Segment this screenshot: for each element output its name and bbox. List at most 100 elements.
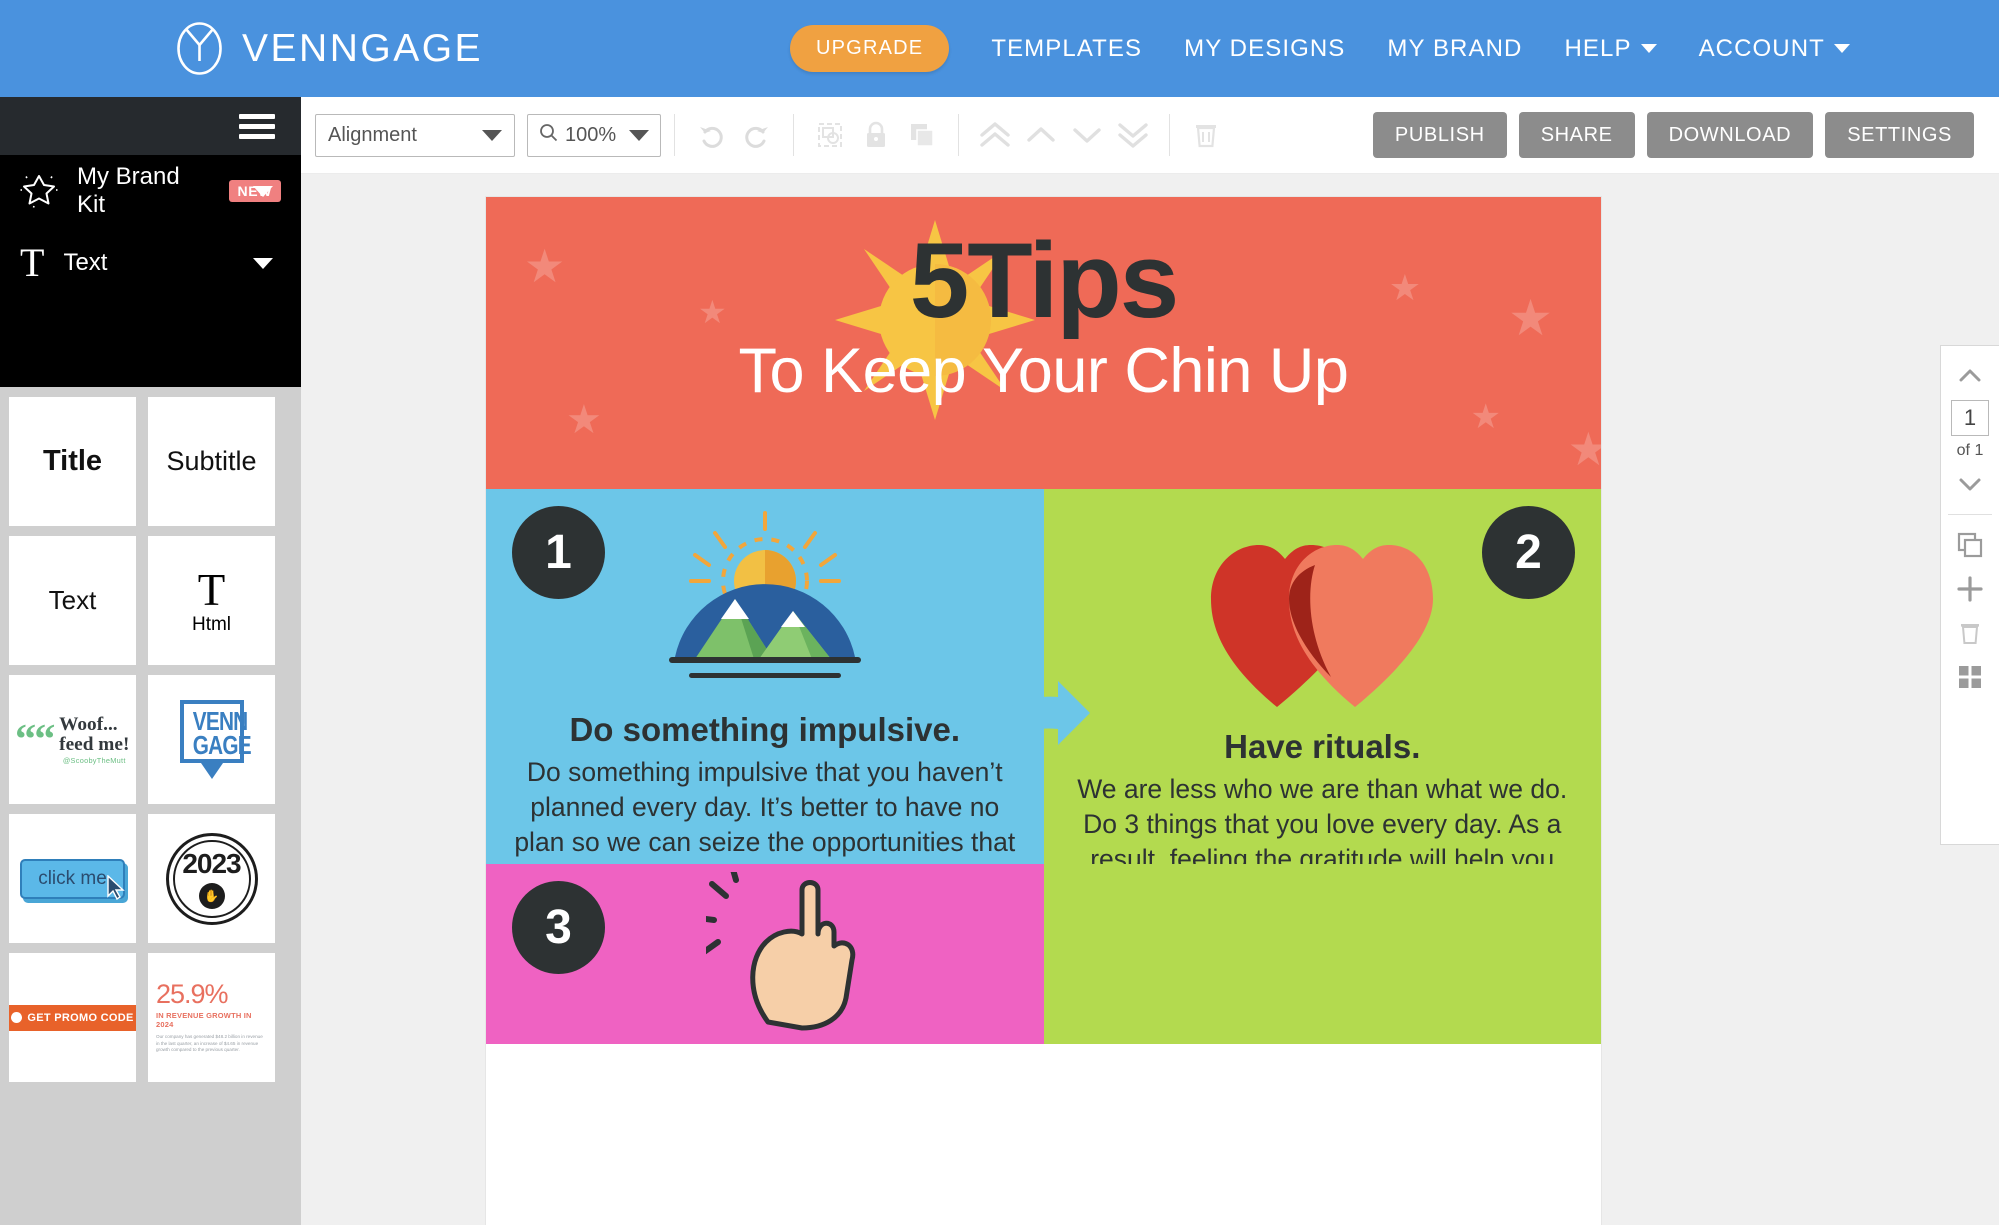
editor-toolbar: Alignment 100% PUBLISH SHARE DOWNLOAD SE… xyxy=(301,97,1999,174)
chevron-down-icon xyxy=(1833,44,1850,53)
nav-link-templates-label: TEMPLATES xyxy=(991,34,1143,62)
left-sidebar: My Brand Kit NEW T Text Title Subtitle T… xyxy=(0,97,301,1225)
text-elements-grid: Title Subtitle Text T Html ““ Woof... fe… xyxy=(0,387,301,1225)
trash-icon[interactable] xyxy=(1186,115,1226,155)
snap-fingers-icon xyxy=(695,863,876,1037)
chevron-down-icon xyxy=(482,129,502,141)
element-tile-quote[interactable]: ““ Woof... feed me! @ScoobyTheMutt xyxy=(9,675,136,804)
current-page-input[interactable]: 1 xyxy=(1951,400,1989,436)
element-tile-button[interactable]: click me xyxy=(9,814,136,943)
send-backward-icon[interactable] xyxy=(1067,115,1107,155)
bring-to-front-icon[interactable] xyxy=(975,115,1015,155)
page-total-label: of 1 xyxy=(1956,442,1984,459)
nav-link-help[interactable]: HELP xyxy=(1564,34,1657,63)
download-button[interactable]: DOWNLOAD xyxy=(1646,112,1814,158)
sidebar-item-text[interactable]: T Text xyxy=(0,227,301,299)
quote-mark-icon: ““ xyxy=(15,715,55,763)
tip-card-2[interactable]: 2 Have rituals. We are less who we are t… xyxy=(1043,489,1601,944)
hero-subtitle: To Keep Your Chin Up xyxy=(738,336,1349,406)
scroll-up-button[interactable] xyxy=(1947,354,1993,398)
tip-heading: Have rituals. xyxy=(1224,728,1421,765)
star-decoration-icon: ★ xyxy=(1567,423,1601,475)
star-decoration-icon: ★ xyxy=(566,398,602,442)
search-icon xyxy=(539,123,558,148)
element-tile-stat[interactable]: 25.9% IN REVENUE GROWTH IN 2024 Our comp… xyxy=(148,953,275,1082)
nav-link-account[interactable]: ACCOUNT xyxy=(1699,35,1850,63)
sidebar-item-my-brand-kit-label: My Brand Kit xyxy=(77,163,180,218)
zoom-level-value: 100% xyxy=(565,123,617,146)
redo-icon[interactable] xyxy=(737,115,777,155)
chevron-down-icon[interactable] xyxy=(253,185,273,197)
infographic-hero-section[interactable]: ★ ★ ★ ★ ★ ★ ★ 5Tips To Keep Your Chin Up xyxy=(486,197,1601,489)
grid-view-button[interactable] xyxy=(1947,655,1993,699)
group-icon[interactable] xyxy=(810,115,850,155)
nav-link-templates[interactable]: TEMPLATES xyxy=(991,35,1142,63)
undo-icon[interactable] xyxy=(691,115,731,155)
element-tile-year-badge[interactable]: 2023 ✋ xyxy=(148,814,275,943)
top-navigation-bar: VENNGAGE UPGRADE TEMPLATES MY DESIGNS MY… xyxy=(0,0,1999,97)
share-button[interactable]: SHARE xyxy=(1518,112,1635,158)
nav-link-my-brand[interactable]: MY BRAND xyxy=(1387,35,1522,63)
quote-handle: @ScoobyTheMutt xyxy=(63,757,127,766)
stat-number: 25.9% xyxy=(156,978,229,1009)
toolbar-divider xyxy=(674,114,676,156)
current-page-value: 1 xyxy=(1963,405,1977,430)
element-tile-text-label: Text xyxy=(48,585,97,615)
nav-link-my-designs[interactable]: MY DESIGNS xyxy=(1184,35,1345,63)
promo-thumbnail: GET PROMO CODE xyxy=(9,1004,136,1031)
hero-title: 5Tips xyxy=(910,227,1180,334)
nav-link-account-label: ACCOUNT xyxy=(1698,34,1825,62)
tip-heading: Do something impulsive. xyxy=(569,711,961,748)
lock-icon[interactable] xyxy=(856,115,896,155)
element-tile-promo-label: GET PROMO CODE xyxy=(27,1011,134,1024)
send-to-back-icon[interactable] xyxy=(1113,115,1153,155)
brand-logo[interactable]: VENNGAGE xyxy=(176,21,483,76)
hamburger-menu-icon[interactable] xyxy=(239,109,275,144)
quote-thumbnail: ““ Woof... feed me! @ScoobyTheMutt xyxy=(15,714,129,766)
venngage-logo-icon xyxy=(176,21,223,76)
element-tile-title[interactable]: Title xyxy=(9,397,136,526)
hero-title-number: 5 xyxy=(909,220,969,340)
sidebar-header xyxy=(0,97,301,155)
duplicate-icon[interactable] xyxy=(902,115,942,155)
panel-divider xyxy=(1948,514,1992,515)
element-tile-venngage-callout[interactable]: VENN GAGE xyxy=(148,675,275,804)
quote-line-2: feed me! xyxy=(59,733,130,756)
add-page-button[interactable] xyxy=(1947,567,1993,611)
toolbar-divider xyxy=(1169,114,1171,156)
delete-page-button[interactable] xyxy=(1947,611,1993,655)
star-decoration-icon: ★ xyxy=(1470,398,1501,436)
nav-links-group: UPGRADE TEMPLATES MY DESIGNS MY BRAND HE… xyxy=(790,0,1850,97)
tag-icon xyxy=(11,1012,23,1023)
duplicate-page-button[interactable] xyxy=(1947,523,1993,567)
nav-link-help-label: HELP xyxy=(1564,34,1632,62)
scroll-down-button[interactable] xyxy=(1947,462,1993,506)
publish-button[interactable]: PUBLISH xyxy=(1372,112,1507,158)
hero-text-block: 5Tips To Keep Your Chin Up xyxy=(486,197,1601,403)
year-badge-thumbnail: 2023 ✋ xyxy=(165,832,258,925)
toolbar-divider xyxy=(793,114,795,156)
chevron-down-icon xyxy=(629,129,650,141)
chevron-down-icon[interactable] xyxy=(253,257,273,269)
element-tile-text[interactable]: Text xyxy=(9,536,136,665)
cursor-icon xyxy=(106,873,128,906)
alignment-select[interactable]: Alignment xyxy=(315,113,515,157)
element-tile-subtitle[interactable]: Subtitle xyxy=(148,397,275,526)
zoom-select[interactable]: 100% xyxy=(527,113,662,157)
tip-card-3[interactable]: 3 xyxy=(486,863,1044,1044)
upgrade-button[interactable]: UPGRADE xyxy=(790,25,950,72)
year-badge-number: 2023 xyxy=(182,848,241,879)
design-page[interactable]: ★ ★ ★ ★ ★ ★ ★ 5Tips To Keep Your Chin Up… xyxy=(486,197,1601,1225)
chevron-down-icon xyxy=(1640,44,1657,53)
stat-body: Our company has generated $48.2 billion … xyxy=(156,1033,263,1053)
tip-card-1[interactable]: 1 Do something impulsive. Do something i… xyxy=(486,489,1090,892)
bring-forward-icon[interactable] xyxy=(1021,115,1061,155)
tip-card-4-continuation[interactable] xyxy=(1043,864,1601,1044)
element-tile-html[interactable]: T Html xyxy=(148,536,275,665)
settings-button[interactable]: SETTINGS xyxy=(1825,112,1974,158)
alignment-select-label: Alignment xyxy=(328,123,417,146)
callout-tail-icon xyxy=(200,763,223,780)
sidebar-item-my-brand-kit[interactable]: My Brand Kit NEW xyxy=(0,155,301,227)
element-tile-promo[interactable]: GET PROMO CODE xyxy=(9,953,136,1082)
canvas-area[interactable]: ★ ★ ★ ★ ★ ★ ★ 5Tips To Keep Your Chin Up… xyxy=(301,174,1999,1225)
